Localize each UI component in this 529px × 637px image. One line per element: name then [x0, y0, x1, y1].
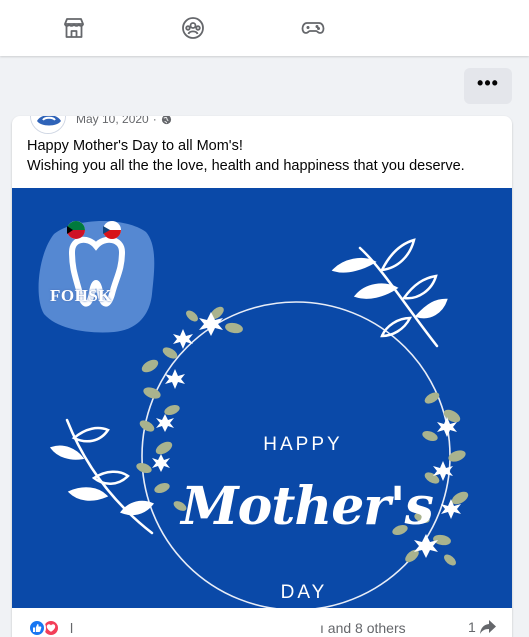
leaf-branch-bottom-left: [49, 418, 155, 535]
more-options-button[interactable]: •••: [464, 68, 512, 104]
avatar[interactable]: [30, 116, 66, 134]
globe-icon: [161, 116, 171, 124]
leaf-branch-top-right: [331, 238, 448, 348]
more-options-label: •••: [477, 73, 499, 93]
post-meta: May 10, 2020 ·: [76, 116, 172, 126]
fohsk-logo: [38, 220, 155, 333]
image-text-mothers: Mother's: [181, 476, 434, 537]
post-text-line-2: Wishing you all the the love, health and…: [27, 158, 465, 174]
post-date[interactable]: May 10, 2020: [76, 116, 149, 126]
post-image[interactable]: FOHSK HAPPY Mother's DAY: [12, 188, 512, 608]
groups-icon[interactable]: [181, 16, 205, 40]
logo-text: FOHSK: [50, 286, 113, 305]
share-arrow-icon: [479, 620, 496, 634]
image-text-happy: HAPPY: [263, 434, 343, 455]
post-text: Happy Mother's Day to all Mom's! Wishing…: [27, 136, 497, 176]
meta-separator: ·: [152, 116, 157, 126]
like-icon[interactable]: [28, 619, 46, 637]
storefront-icon[interactable]: [62, 16, 86, 40]
shares-count[interactable]: 1: [468, 619, 497, 635]
kuwait-flag-icon: [67, 221, 85, 239]
image-text-day: DAY: [280, 582, 328, 603]
post-text-line-1: Happy Mother's Day to all Mom's!: [27, 138, 243, 154]
czech-flag-icon: [103, 221, 121, 239]
reactions-others-text[interactable]: ı and 8 others: [320, 620, 406, 636]
reactions-bar: l ı and 8 others 1: [12, 608, 512, 637]
post-card: May 10, 2020 · Happy Mother's Day to all…: [12, 116, 512, 637]
game-controller-icon[interactable]: [301, 16, 325, 40]
top-navigation: [0, 0, 529, 56]
reactor-name-partial[interactable]: l: [70, 620, 73, 636]
shares-count-value: 1: [468, 619, 476, 635]
